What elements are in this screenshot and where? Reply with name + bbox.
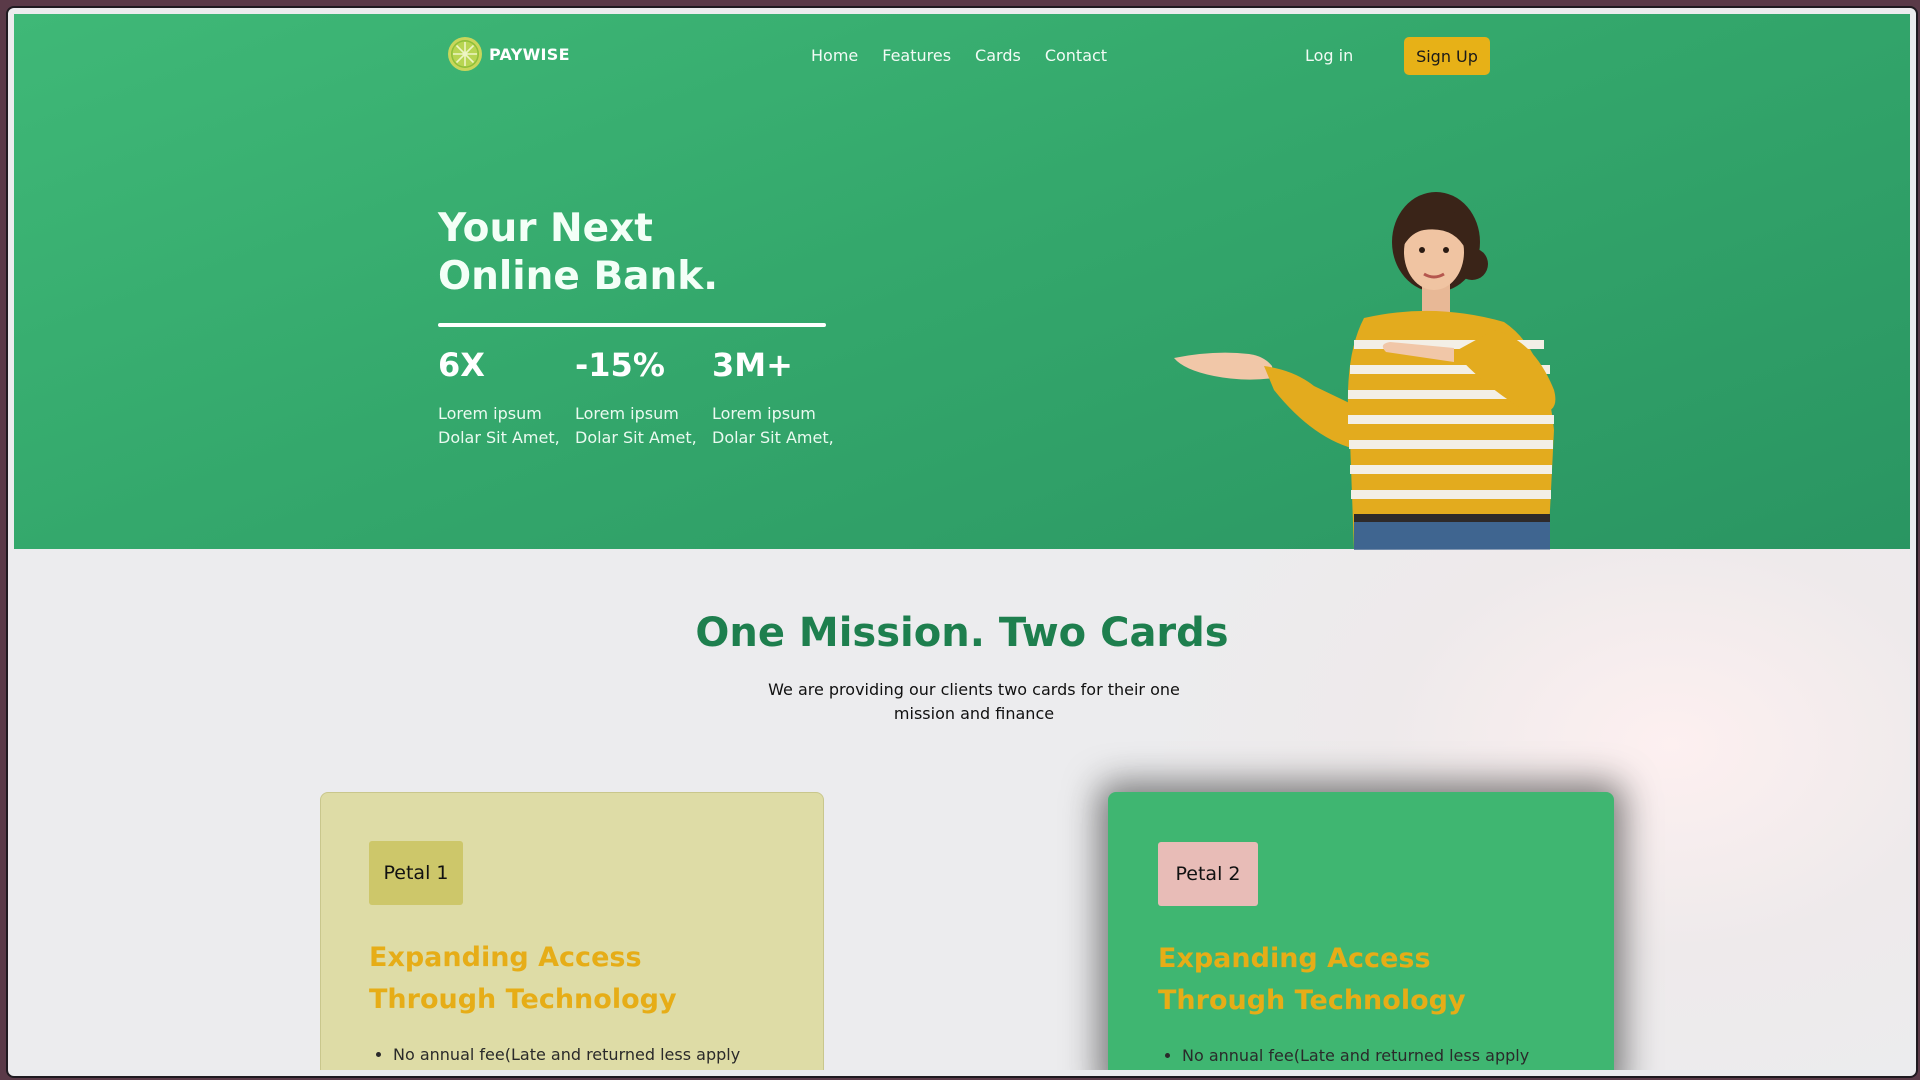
mission-subtitle: We are providing our clients two cards f… <box>768 680 1180 723</box>
card-petal-1[interactable]: Petal 1 Expanding Access Through Technol… <box>320 792 824 1070</box>
lime-slice-icon <box>448 37 482 71</box>
hero-title-line-1: Your Next <box>438 206 653 251</box>
card-feature-item: No annual fee(Late and returned less app… <box>393 1045 740 1064</box>
card-title-line-1: Expanding Access <box>369 942 642 973</box>
browser-frame: PAYWISE Home Features Cards Contact Log … <box>6 6 1918 1078</box>
stat-1: 6X Lorem ipsum Dolar Sit Amet, <box>438 344 568 450</box>
stat-desc-line-2: Dolar Sit Amet, <box>712 428 834 447</box>
main-nav: Home Features Cards Contact <box>811 46 1131 65</box>
card-feature-item: No annual fee(Late and returned less app… <box>1182 1046 1529 1065</box>
hero-divider <box>438 323 826 327</box>
stat-value: 6X <box>438 346 485 384</box>
stat-value: 3M+ <box>712 346 793 384</box>
stat-desc-line-1: Lorem ipsum <box>712 404 816 423</box>
stat-description: Lorem ipsum Dolar Sit Amet, <box>438 402 568 450</box>
stat-value: -15% <box>575 346 665 384</box>
signup-button[interactable]: Sign Up <box>1404 37 1490 75</box>
stat-desc-line-1: Lorem ipsum <box>575 404 679 423</box>
card-badge: Petal 2 <box>1158 842 1258 906</box>
stat-desc-line-1: Lorem ipsum <box>438 404 542 423</box>
stat-desc-line-2: Dolar Sit Amet, <box>575 428 697 447</box>
stat-desc-line-2: Dolar Sit Amet, <box>438 428 560 447</box>
card-feature-list: No annual fee(Late and returned less app… <box>369 1045 740 1064</box>
nav-link-cards[interactable]: Cards <box>975 46 1021 65</box>
logo[interactable]: PAYWISE <box>447 36 570 72</box>
stat-description: Lorem ipsum Dolar Sit Amet, <box>575 402 705 450</box>
card-title-line-2: Through Technology <box>1158 985 1466 1016</box>
hero-section: PAYWISE Home Features Cards Contact Log … <box>14 14 1910 550</box>
login-link[interactable]: Log in <box>1305 46 1353 65</box>
card-title-line-1: Expanding Access <box>1158 943 1431 974</box>
card-title: Expanding Access Through Technology <box>1158 938 1466 1022</box>
card-feature-list: No annual fee(Late and returned less app… <box>1158 1046 1529 1065</box>
card-title: Expanding Access Through Technology <box>369 937 677 1021</box>
woman-presenting-illustration <box>1174 192 1556 550</box>
mission-title: One Mission. Two Cards <box>695 610 1229 656</box>
card-badge: Petal 1 <box>369 841 463 905</box>
nav-link-home[interactable]: Home <box>811 46 858 65</box>
nav-link-features[interactable]: Features <box>882 46 951 65</box>
brand-name: PAYWISE <box>489 44 570 64</box>
hero-title-line-2: Online Bank. <box>438 254 719 299</box>
hero-title: Your Next Online Bank. <box>438 205 718 301</box>
stat-3: 3M+ Lorem ipsum Dolar Sit Amet, <box>712 344 842 450</box>
page: PAYWISE Home Features Cards Contact Log … <box>14 14 1910 1070</box>
stat-description: Lorem ipsum Dolar Sit Amet, <box>712 402 842 450</box>
nav-link-contact[interactable]: Contact <box>1045 46 1107 65</box>
card-title-line-2: Through Technology <box>369 984 677 1015</box>
stat-2: -15% Lorem ipsum Dolar Sit Amet, <box>575 344 705 450</box>
card-petal-2[interactable]: Petal 2 Expanding Access Through Technol… <box>1108 792 1614 1070</box>
